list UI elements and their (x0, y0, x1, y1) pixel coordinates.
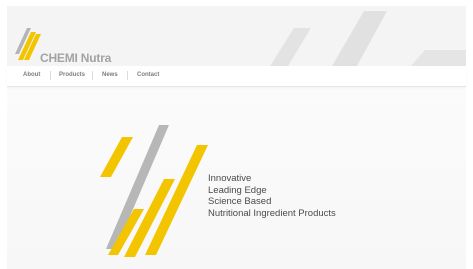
nav-item-news[interactable]: News (102, 72, 118, 78)
page-frame-right (466, 0, 473, 269)
hero-tagline: Innovative Leading Edge Science Based Nu… (208, 173, 336, 219)
nav-separator (92, 71, 93, 80)
page: CHEMI Nutra About Products News Contact … (0, 0, 473, 269)
tagline-line: Leading Edge (208, 184, 267, 196)
tagline-line: Science Based (208, 196, 272, 207)
site-header: CHEMI Nutra (7, 6, 466, 66)
tagline-line: Innovative (208, 173, 252, 184)
page-frame-left (0, 0, 7, 269)
tagline-line: Nutritional Ingredient Products (208, 207, 336, 219)
nav-separator (50, 71, 51, 80)
hero-logo-stripes-icon (100, 125, 208, 257)
nav-item-contact[interactable]: Contact (137, 72, 159, 78)
nav-item-about[interactable]: About (23, 72, 40, 78)
nav-separator (127, 71, 128, 80)
brand-name[interactable]: CHEMI Nutra (40, 51, 111, 65)
main-navigation: About Products News Contact (7, 66, 466, 87)
nav-item-products[interactable]: Products (59, 72, 85, 78)
